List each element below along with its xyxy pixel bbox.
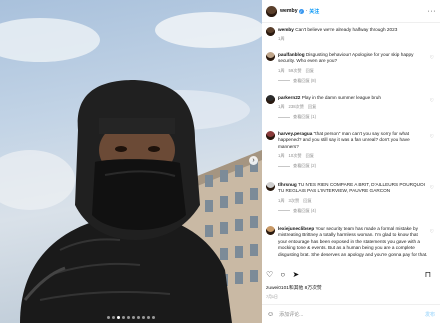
likes-count[interactable]: zuwei0101和其他 8万次赞: [266, 284, 322, 291]
comment-likes[interactable]: 238次赞: [289, 104, 304, 109]
comment-time: 1周: [278, 197, 285, 203]
next-image-button[interactable]: ›: [249, 156, 258, 165]
post-photo: ›: [0, 0, 262, 323]
view-replies-button[interactable]: 查看回复 (2): [278, 163, 428, 169]
caption-text: Can't believe we're already halfway thro…: [295, 27, 398, 32]
comment-likes[interactable]: 3次赞: [289, 198, 300, 203]
caption-time: 1周: [278, 36, 285, 42]
view-replies-button[interactable]: 查看回复 (4): [278, 208, 428, 214]
comment-icon[interactable]: ○: [280, 270, 285, 279]
reply-button[interactable]: 回复: [308, 104, 316, 109]
more-options-icon[interactable]: ···: [428, 8, 437, 15]
header-username[interactable]: wemby: [280, 8, 298, 14]
carousel-dots: [0, 316, 262, 319]
heart-icon[interactable]: ♡: [430, 98, 434, 104]
comment-likes[interactable]: 10次赞: [289, 153, 302, 158]
post-comment-button[interactable]: 发布: [425, 311, 435, 318]
avatar[interactable]: [266, 95, 275, 104]
heart-icon[interactable]: ♡: [430, 185, 434, 191]
comment-text: Play in the damn summer league bruh: [301, 95, 381, 100]
avatar[interactable]: [266, 131, 275, 140]
verified-icon: ✓: [298, 8, 304, 14]
comment-item: lexiejuneclibsep Your security team has …: [266, 226, 436, 258]
reply-button[interactable]: 回复: [303, 198, 311, 203]
comment-username[interactable]: harvey.peragua: [278, 131, 312, 136]
follow-button[interactable]: 关注: [309, 8, 319, 15]
comment-text: TU N'ES RIEN COMPARE A BRIT, D'AILLEURS …: [278, 182, 425, 194]
comment-time: 1周: [278, 153, 285, 159]
comment-item: parkern22 Play in the damn summer league…: [266, 95, 436, 120]
post-header: wemby ✓ · 关注 ···: [262, 0, 440, 23]
action-bar: ♡ ○ ➤ ⊓: [266, 270, 436, 282]
smile-icon[interactable]: ☺: [267, 311, 274, 318]
comment-username[interactable]: parkern22: [278, 95, 300, 100]
comment-item: paulfanblog Disgusting behaviour! Apolog…: [266, 52, 436, 84]
avatar[interactable]: [266, 27, 275, 36]
avatar[interactable]: [266, 5, 277, 17]
comment-username[interactable]: lexiejuneclibsep: [278, 226, 314, 231]
heart-icon[interactable]: ♡: [430, 134, 434, 140]
avatar[interactable]: [266, 52, 275, 61]
avatar[interactable]: [266, 182, 275, 191]
caption: wemby Can't believe we're already halfwa…: [266, 27, 436, 42]
add-comment-bar: ☺ 添加评论... 发布: [262, 304, 440, 324]
comment-username[interactable]: paulfanblog: [278, 52, 305, 57]
send-icon[interactable]: ➤: [292, 270, 299, 279]
comment-likes[interactable]: 59次赞: [289, 68, 302, 73]
bookmark-icon[interactable]: ⊓: [425, 270, 431, 279]
comments-list: wemby Can't believe we're already halfwa…: [262, 23, 440, 270]
comment-username[interactable]: tlhrsnug: [278, 182, 297, 187]
reply-button[interactable]: 回复: [306, 153, 314, 158]
comment-item: harvey.peragua "that person" man can't y…: [266, 131, 436, 169]
caption-username[interactable]: wemby: [278, 27, 294, 32]
view-replies-button[interactable]: 查看回复 (8): [278, 78, 428, 84]
heart-icon[interactable]: ♡: [430, 55, 434, 61]
view-replies-button[interactable]: 查看回复 (1): [278, 114, 428, 120]
avatar[interactable]: [266, 226, 275, 235]
comment-input[interactable]: 添加评论...: [279, 311, 303, 318]
heart-outline-icon[interactable]: ♡: [266, 270, 273, 279]
selfie-image: [0, 12, 262, 323]
post-side-panel: wemby ✓ · 关注 ··· wemby Can't believe we'…: [262, 0, 440, 323]
reply-button[interactable]: 回复: [306, 68, 314, 73]
comment-item: tlhrsnug TU N'ES RIEN COMPARE A BRIT, D'…: [266, 182, 436, 214]
comment-time: 1周: [278, 67, 285, 73]
comment-time: 1周: [278, 104, 285, 110]
heart-icon[interactable]: ♡: [430, 229, 434, 235]
post-date: 7月1日: [266, 295, 278, 299]
